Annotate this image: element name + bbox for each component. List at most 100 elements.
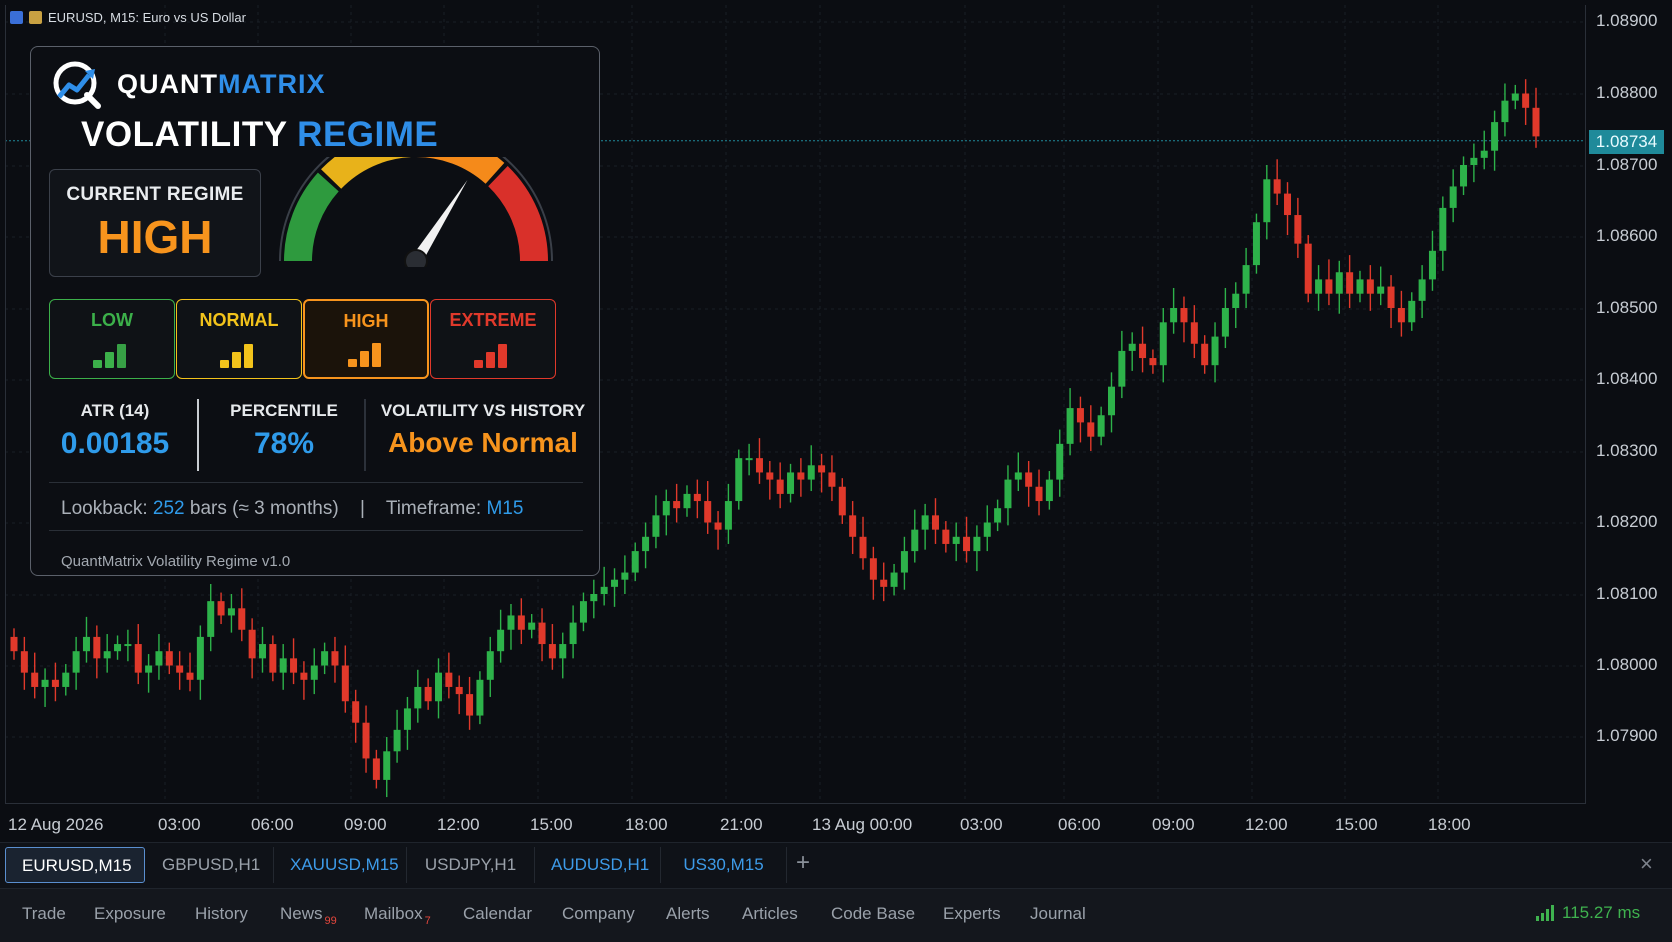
current-regime-label: CURRENT REGIME xyxy=(66,184,244,205)
brand-name-part1: QUANT xyxy=(117,68,218,99)
volatility-regime-panel: QUANTMATRIX VOLATILITY REGIME CURRENT RE… xyxy=(30,46,600,576)
toolbox-tab-label: Calendar xyxy=(463,904,532,923)
price-axis-label: 1.07900 xyxy=(1596,726,1658,745)
price-axis-label: 1.08000 xyxy=(1596,655,1658,674)
stat-divider xyxy=(364,399,366,471)
notification-badge: 7 xyxy=(424,915,431,927)
level-card-high: HIGH xyxy=(303,299,429,379)
toolbox-tab-label: Mailbox xyxy=(364,904,423,923)
toolbox-tab-label: Alerts xyxy=(666,904,710,923)
toolbox-tab-history[interactable]: History xyxy=(195,904,248,924)
close-icon[interactable]: × xyxy=(1640,851,1653,877)
gauge-segment xyxy=(321,157,411,189)
toolbox-tab-code-base[interactable]: Code Base xyxy=(831,904,915,924)
trading-icon[interactable] xyxy=(29,11,42,24)
price-axis-label: 1.08300 xyxy=(1596,441,1658,460)
signal-bars-icon xyxy=(220,336,262,368)
toolbox-tab-exposure[interactable]: Exposure xyxy=(94,904,166,924)
price-axis-label: 1.08700 xyxy=(1596,155,1658,174)
brand: QUANTMATRIX xyxy=(51,59,326,109)
toolbox-tab-news[interactable]: News 99 xyxy=(280,904,337,927)
gauge-segment xyxy=(488,166,548,261)
toolbox-tab-label: Journal xyxy=(1030,904,1086,923)
symbol-tab[interactable]: XAUUSD,M15 xyxy=(274,847,407,883)
toolbox-tab-experts[interactable]: Experts xyxy=(943,904,1001,924)
toolbox-tab-label: Trade xyxy=(22,904,66,923)
symbol-tab[interactable]: USDJPY,H1 xyxy=(407,847,535,883)
atr-label: ATR (14) xyxy=(80,401,150,420)
window-title: EURUSD, M15: Euro vs US Dollar xyxy=(48,10,246,25)
toolbox-tab-alerts[interactable]: Alerts xyxy=(666,904,709,924)
panel-title-part1: VOLATILITY xyxy=(81,115,287,154)
brand-name: QUANTMATRIX xyxy=(117,69,326,100)
level-label: NORMAL xyxy=(199,310,279,330)
toolbox-tab-calendar[interactable]: Calendar xyxy=(463,904,532,924)
toolbox-tab-label: Code Base xyxy=(831,904,916,923)
volatility-gauge xyxy=(279,157,553,267)
atr-stat: ATR (14) 0.00185 xyxy=(53,401,177,461)
gauge-segment xyxy=(414,157,505,184)
level-label: LOW xyxy=(91,310,133,330)
divider xyxy=(49,530,583,531)
vs-history-label: VOLATILITY VS HISTORY xyxy=(380,401,586,420)
toolbox-tab-articles[interactable]: Articles xyxy=(742,904,798,924)
notification-badge: 99 xyxy=(324,915,337,927)
toolbox-tab-label: Company xyxy=(562,904,635,923)
time-axis-label: 03:00 xyxy=(158,815,201,834)
add-tab-icon[interactable]: + xyxy=(796,849,810,877)
toolbox-tab-trade[interactable]: Trade xyxy=(22,904,66,924)
time-axis-label: 13 Aug 00:00 xyxy=(812,815,913,834)
connection-status[interactable]: 115.27 ms xyxy=(1536,903,1640,923)
symbol-tab[interactable]: EURUSD,M15 xyxy=(5,847,145,883)
time-axis-label: 09:00 xyxy=(344,815,387,834)
stat-divider xyxy=(197,399,199,471)
price-axis-label: 1.08400 xyxy=(1596,369,1658,388)
toolbox-tab-label: Experts xyxy=(943,904,1001,923)
time-axis-label: 06:00 xyxy=(251,815,294,834)
vs-history-value: Above Normal xyxy=(388,427,578,458)
time-axis-label: 21:00 xyxy=(720,815,763,834)
price-axis-label: 1.08600 xyxy=(1596,226,1658,245)
level-card-low: LOW xyxy=(49,299,175,379)
price-axis-label: 1.08100 xyxy=(1596,584,1658,603)
time-axis-label: 18:00 xyxy=(1428,815,1471,834)
version-text: QuantMatrix Volatility Regime v1.0 xyxy=(61,553,291,570)
symbol-tab[interactable]: US30,M15 xyxy=(661,847,787,883)
lookback-suffix: bars (≈ 3 months) xyxy=(184,498,339,519)
toolbox-tab-journal[interactable]: Journal xyxy=(1030,904,1086,924)
time-axis-label: 06:00 xyxy=(1058,815,1101,834)
price-axis-label: 1.08200 xyxy=(1596,512,1658,531)
signal-bars-icon xyxy=(348,335,390,367)
price-axis-label: 1.08500 xyxy=(1596,298,1658,317)
window-title-bar: EURUSD, M15: Euro vs US Dollar xyxy=(10,10,246,25)
current-regime-box: CURRENT REGIME HIGH xyxy=(49,169,261,277)
chart-area[interactable]: EURUSD, M15: Euro vs US Dollar 1.08900 1.… xyxy=(0,0,1672,834)
panel-title: VOLATILITY REGIME xyxy=(81,115,438,155)
time-axis-label: 12:00 xyxy=(1245,815,1288,834)
info-separator: | xyxy=(359,498,365,519)
level-label: EXTREME xyxy=(449,310,537,330)
toolbox-tab-label: News xyxy=(280,904,323,923)
symbol-tab[interactable]: AUDUSD,H1 xyxy=(535,847,661,883)
brand-name-part2: MATRIX xyxy=(218,68,326,99)
toolbox-tab-label: Articles xyxy=(742,904,798,923)
time-axis-label: 15:00 xyxy=(1335,815,1378,834)
symbol-tab[interactable]: GBPUSD,H1 xyxy=(146,847,274,883)
toolbox-tab-company[interactable]: Company xyxy=(562,904,635,924)
lookback-bars: 252 xyxy=(152,498,185,519)
chart-type-icon[interactable] xyxy=(10,11,23,24)
symbol-tabs-bar: EURUSD,M15 GBPUSD,H1 XAUUSD,M15 USDJPY,H1 AU… xyxy=(0,842,1672,889)
time-axis-label: 12:00 xyxy=(437,815,480,834)
quantmatrix-logo-icon xyxy=(53,61,101,109)
level-label: HIGH xyxy=(343,311,389,331)
signal-strength-icon xyxy=(1536,905,1554,921)
toolbox-tab-mailbox[interactable]: Mailbox 7 xyxy=(364,904,431,927)
timeframe-value: M15 xyxy=(486,498,524,519)
time-axis-label: 09:00 xyxy=(1152,815,1195,834)
toolbox-tabs-bar: Trade Exposure History News 99 Mailbox 7 Calend… xyxy=(0,888,1672,942)
time-axis-label: 12 Aug 2026 xyxy=(8,815,104,834)
toolbox-tab-label: History xyxy=(195,904,248,923)
lookback-info: Lookback: 252 bars (≈ 3 months) | Timefr… xyxy=(61,498,523,520)
ping-value: 115.27 ms xyxy=(1562,903,1641,922)
time-axis-label: 18:00 xyxy=(625,815,668,834)
